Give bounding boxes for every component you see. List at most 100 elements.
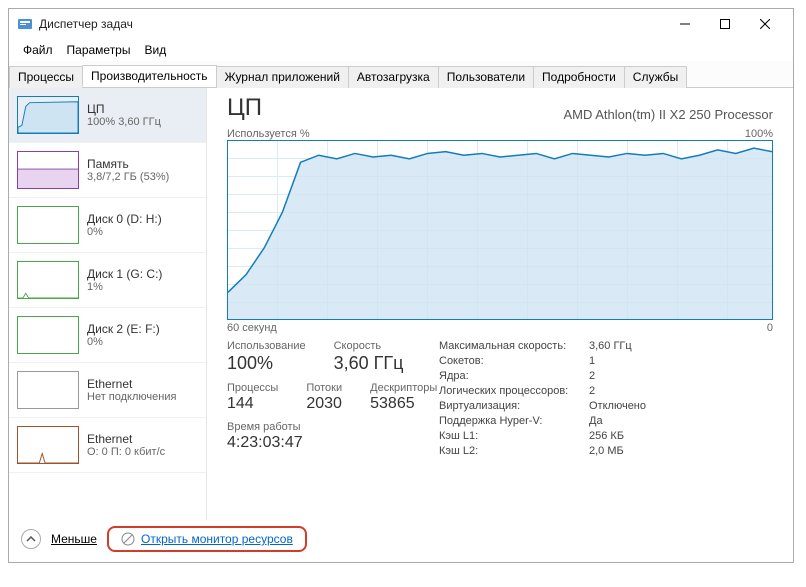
tab-users[interactable]: Пользователи (438, 66, 534, 88)
sidebar-eth0-title: Ethernet (87, 377, 176, 391)
sidebar: ЦП 100% 3,60 ГГц Память 3,8/7,2 ГБ (53%)… (9, 88, 207, 520)
graph-bottom-left-label: 60 секунд (227, 322, 277, 334)
virt-label: Виртуализация: (439, 400, 589, 412)
collapse-button[interactable] (21, 529, 41, 549)
sidebar-item-ethernet0[interactable]: Ethernet Нет подключения (9, 363, 206, 418)
graph-top-left-label: Используется % (227, 128, 310, 140)
sidebar-item-memory[interactable]: Память 3,8/7,2 ГБ (53%) (9, 143, 206, 198)
main-panel: ЦП AMD Athlon(tm) II X2 250 Processor Ис… (207, 88, 793, 520)
sidebar-item-labels: ЦП 100% 3,60 ГГц (87, 102, 161, 128)
graph-footer: 60 секунд 0 (227, 322, 773, 334)
threads-label: Потоки (306, 382, 342, 394)
usage-value: 100% (227, 353, 306, 374)
footer: Меньше Открыть монитор ресурсов (9, 520, 793, 562)
logical-value: 2 (589, 385, 646, 397)
menu-file[interactable]: Файл (17, 41, 59, 59)
menubar: Файл Параметры Вид (9, 39, 793, 61)
l2-label: Кэш L2: (439, 445, 589, 457)
disk2-minigraph (17, 316, 79, 354)
tab-details[interactable]: Подробности (533, 66, 625, 88)
sidebar-disk1-sub: 1% (87, 281, 162, 293)
sidebar-mem-sub: 3,8/7,2 ГБ (53%) (87, 171, 169, 183)
page-title: ЦП (227, 94, 262, 122)
handles-value: 53865 (370, 395, 437, 413)
hyperv-value: Да (589, 415, 646, 427)
sidebar-item-labels: Диск 0 (D: H:) 0% (87, 212, 162, 238)
sidebar-item-disk0[interactable]: Диск 0 (D: H:) 0% (9, 198, 206, 253)
sidebar-cpu-title: ЦП (87, 102, 161, 116)
procs-value: 144 (227, 395, 278, 413)
virt-value: Отключено (589, 400, 646, 412)
cpu-minigraph (17, 96, 79, 134)
content: ЦП 100% 3,60 ГГц Память 3,8/7,2 ГБ (53%)… (9, 88, 793, 520)
menu-view[interactable]: Вид (138, 41, 172, 59)
sidebar-item-disk1[interactable]: Диск 1 (G: C:) 1% (9, 253, 206, 308)
sidebar-eth0-sub: Нет подключения (87, 391, 176, 403)
maximize-button[interactable] (705, 9, 745, 39)
device-name: AMD Athlon(tm) II X2 250 Processor (563, 107, 773, 122)
menu-options[interactable]: Параметры (61, 41, 137, 59)
usage-label: Использование (227, 340, 306, 352)
logical-label: Логических процессоров: (439, 385, 589, 397)
sidebar-item-labels: Диск 1 (G: C:) 1% (87, 267, 162, 293)
procs-label: Процессы (227, 382, 278, 394)
open-monitor-highlight: Открыть монитор ресурсов (107, 526, 307, 552)
disk1-minigraph (17, 261, 79, 299)
sidebar-eth1-sub: О: 0 П: 0 кбит/с (87, 446, 165, 458)
tab-services[interactable]: Службы (624, 66, 687, 88)
l1-label: Кэш L1: (439, 430, 589, 442)
cores-value: 2 (589, 370, 646, 382)
tab-processes[interactable]: Процессы (9, 66, 83, 88)
open-resource-monitor-link[interactable]: Открыть монитор ресурсов (141, 532, 293, 546)
sidebar-item-labels: Ethernet О: 0 П: 0 кбит/с (87, 432, 165, 458)
eth1-minigraph (17, 426, 79, 464)
sidebar-item-cpu[interactable]: ЦП 100% 3,60 ГГц (9, 88, 206, 143)
sidebar-disk2-title: Диск 2 (E: F:) (87, 322, 160, 336)
sidebar-disk1-title: Диск 1 (G: C:) (87, 267, 162, 281)
tabbar: Процессы Производительность Журнал прило… (9, 61, 793, 88)
main-header: ЦП AMD Athlon(tm) II X2 250 Processor (227, 94, 773, 122)
l1-value: 256 КБ (589, 430, 646, 442)
stats-left: Использование 100% Скорость 3,60 ГГц Про… (227, 340, 427, 457)
sidebar-eth1-title: Ethernet (87, 432, 165, 446)
threads-value: 2030 (306, 395, 342, 413)
tab-performance[interactable]: Производительность (82, 65, 216, 87)
close-button[interactable] (745, 9, 785, 39)
tab-startup[interactable]: Автозагрузка (348, 66, 439, 88)
sockets-value: 1 (589, 355, 646, 367)
cores-label: Ядра: (439, 370, 589, 382)
sidebar-item-labels: Память 3,8/7,2 ГБ (53%) (87, 157, 169, 183)
graph-top-right-label: 100% (745, 128, 773, 140)
handles-label: Дескрипторы (370, 382, 437, 394)
stats-row: Использование 100% Скорость 3,60 ГГц Про… (227, 340, 773, 457)
max-speed-value: 3,60 ГГц (589, 340, 646, 352)
minimize-button[interactable] (665, 9, 705, 39)
max-speed-label: Максимальная скорость: (439, 340, 589, 352)
sidebar-cpu-sub: 100% 3,60 ГГц (87, 116, 161, 128)
eth0-minigraph (17, 371, 79, 409)
tab-app-history[interactable]: Журнал приложений (216, 66, 349, 88)
sidebar-item-disk2[interactable]: Диск 2 (E: F:) 0% (9, 308, 206, 363)
graph-bottom-right-label: 0 (767, 322, 773, 334)
uptime-value: 4:23:03:47 (227, 434, 427, 452)
speed-label: Скорость (334, 340, 404, 352)
titlebar: Диспетчер задач (9, 9, 793, 39)
sidebar-disk0-sub: 0% (87, 226, 162, 238)
sidebar-disk0-title: Диск 0 (D: H:) (87, 212, 162, 226)
graph-header: Используется % 100% (227, 128, 773, 140)
disk0-minigraph (17, 206, 79, 244)
app-icon (17, 16, 33, 32)
sidebar-mem-title: Память (87, 157, 169, 171)
sidebar-item-ethernet1[interactable]: Ethernet О: 0 П: 0 кбит/с (9, 418, 206, 473)
monitor-icon (121, 532, 135, 546)
speed-value: 3,60 ГГц (334, 353, 404, 374)
sidebar-disk2-sub: 0% (87, 336, 160, 348)
stats-right: Максимальная скорость:3,60 ГГц Сокетов:1… (439, 340, 646, 457)
uptime-label: Время работы (227, 421, 427, 433)
chevron-up-icon (26, 534, 36, 544)
less-label[interactable]: Меньше (51, 532, 97, 546)
memory-minigraph (17, 151, 79, 189)
window-title: Диспетчер задач (39, 17, 665, 31)
window: Диспетчер задач Файл Параметры Вид Проце… (8, 8, 794, 563)
sidebar-item-labels: Ethernet Нет подключения (87, 377, 176, 403)
